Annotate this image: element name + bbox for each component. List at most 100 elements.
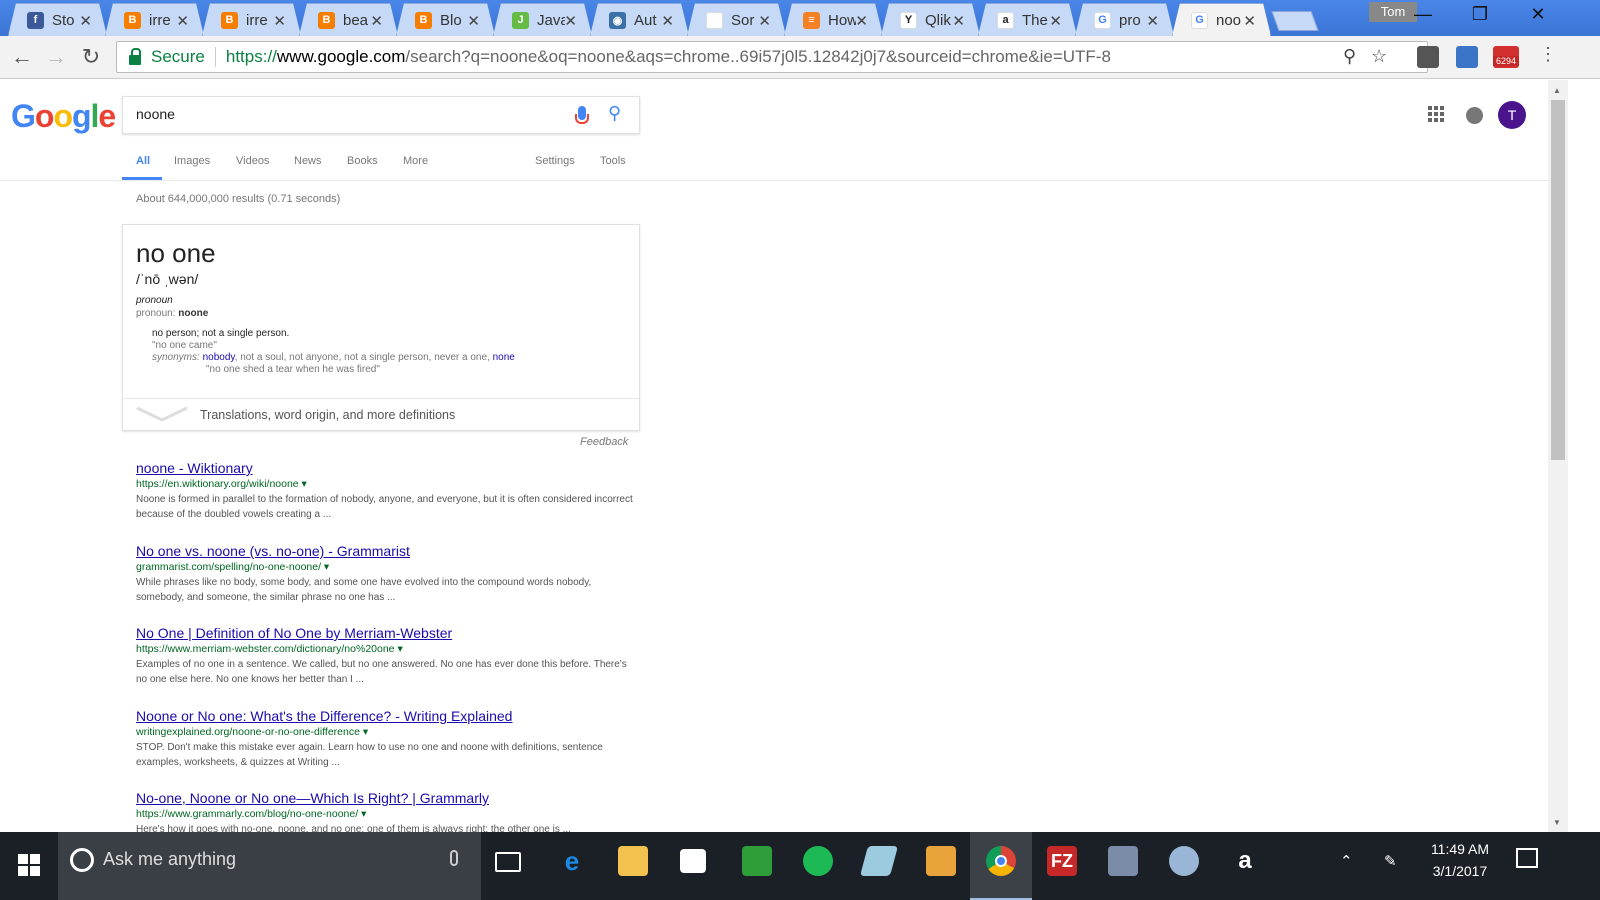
spotify-icon[interactable] <box>803 846 833 876</box>
result-title-link[interactable]: No One | Definition of No One by Merriam… <box>136 625 636 641</box>
browser-tab[interactable]: Gnoo ✕ <box>1172 3 1271 36</box>
search-input[interactable] <box>136 106 556 122</box>
address-bar[interactable]: Secure https://www.google.com/search?q=n… <box>116 41 1428 73</box>
tab-close-icon[interactable]: ✕ <box>370 12 383 30</box>
tab-news[interactable]: News <box>294 155 322 167</box>
tree-icon: Y <box>900 11 917 29</box>
search-result: Noone or No one: What's the Difference? … <box>136 708 636 770</box>
result-url[interactable]: https://www.merriam-webster.com/dictiona… <box>136 643 636 655</box>
pen-ink-icon[interactable]: ✎ <box>1384 852 1397 870</box>
synonym-link-none[interactable]: none <box>493 352 515 363</box>
result-url[interactable]: writingexplained.org/noone-or-no-one-dif… <box>136 726 636 738</box>
tab-close-icon[interactable]: ✕ <box>1049 12 1062 30</box>
browser-tab[interactable]: B Blo ✕ <box>396 3 495 36</box>
browser-tab[interactable]: ≡ How ✕ <box>784 3 883 36</box>
avatar[interactable]: T <box>1498 101 1526 129</box>
tools-app-icon[interactable] <box>1108 846 1138 876</box>
tab-settings[interactable]: Settings <box>535 155 575 167</box>
tab-tools[interactable]: Tools <box>600 155 626 167</box>
tab-title: The <box>1022 11 1048 29</box>
task-view-icon[interactable] <box>495 852 521 872</box>
extension-bulb-icon[interactable] <box>1417 46 1439 68</box>
amazon-icon[interactable]: a <box>1230 846 1260 876</box>
chrome-icon[interactable] <box>986 846 1016 876</box>
cortana-search[interactable]: Ask me anything <box>58 832 481 900</box>
file-explorer-icon[interactable] <box>618 846 648 876</box>
tab-close-icon[interactable]: ✕ <box>79 12 92 30</box>
tab-close-icon[interactable]: ✕ <box>758 12 771 30</box>
search-icon[interactable]: ⚲ <box>608 103 621 124</box>
result-url[interactable]: https://en.wiktionary.org/wiki/noone <box>136 478 636 490</box>
windows-start-icon[interactable] <box>18 854 40 876</box>
tab-close-icon[interactable]: ✕ <box>467 12 480 30</box>
tab-close-icon[interactable]: ✕ <box>661 12 674 30</box>
browser-tab[interactable]: Birre ✕ <box>105 3 204 36</box>
synonyms-label: synonyms: <box>152 352 200 363</box>
green-app-icon[interactable] <box>742 846 772 876</box>
scroll-down-icon[interactable]: ▼ <box>1553 818 1561 827</box>
notes-icon[interactable] <box>926 846 956 876</box>
tab-books[interactable]: Books <box>347 155 378 167</box>
dict-example: "no one came" <box>152 340 217 351</box>
zoom-icon[interactable]: ⚲ <box>1343 46 1356 67</box>
tab-close-icon[interactable]: ✕ <box>564 12 577 30</box>
reload-icon[interactable]: ↻ <box>77 44 105 70</box>
filezilla-icon[interactable]: FZ <box>1047 846 1077 876</box>
browser-tab[interactable]: a The ✕ <box>978 3 1077 36</box>
extension-account-icon[interactable] <box>1456 46 1478 68</box>
tab-close-icon[interactable]: ✕ <box>952 12 965 30</box>
tab-close-icon[interactable]: ✕ <box>176 12 189 30</box>
tab-close-icon[interactable]: ✕ <box>273 12 286 30</box>
menu-kebab-icon[interactable]: ⋮ <box>1534 44 1562 65</box>
browser-tab[interactable]: f Sto ✕ <box>8 3 107 36</box>
tab-all[interactable]: All <box>136 155 150 167</box>
minimize-icon[interactable]: — <box>1400 4 1446 25</box>
dict-definition: no person; not a single person. <box>152 328 290 339</box>
new-tab-button[interactable] <box>1271 11 1319 31</box>
scroll-up-icon[interactable]: ▲ <box>1553 86 1561 95</box>
result-title-link[interactable]: Noone or No one: What's the Difference? … <box>136 708 636 724</box>
result-url[interactable]: https://www.grammarly.com/blog/no-one-no… <box>136 808 636 820</box>
tab-more[interactable]: More <box>403 155 428 167</box>
forward-icon[interactable]: → <box>42 44 70 70</box>
back-icon[interactable]: ← <box>8 44 36 70</box>
store-icon[interactable] <box>680 849 706 873</box>
apps-grid-icon[interactable] <box>1428 106 1444 122</box>
notepad-icon[interactable] <box>859 846 899 876</box>
browser-tab[interactable]: Birre ✕ <box>202 3 301 36</box>
paint-icon[interactable] <box>1169 846 1199 876</box>
address-url[interactable]: https://www.google.com/search?q=noone&oq… <box>226 47 1111 67</box>
edge-icon[interactable]: e <box>557 846 587 876</box>
tray-chevron-up-icon[interactable]: ⌃ <box>1340 852 1353 870</box>
page-scrollbar[interactable]: ▲ ▼ <box>1548 80 1568 832</box>
tab-close-icon[interactable]: ✕ <box>1146 12 1159 30</box>
browser-tab[interactable]: Sor ✕ <box>687 3 786 36</box>
synonym-link-nobody[interactable]: nobody <box>203 352 235 363</box>
system-clock[interactable]: 11:49 AM 3/1/2017 <box>1420 838 1500 882</box>
bookmark-star-icon[interactable]: ☆ <box>1371 46 1387 67</box>
browser-tab[interactable]: ◉ Aut ✕ <box>590 3 689 36</box>
feedback-link[interactable]: Feedback <box>580 436 628 448</box>
result-title-link[interactable]: noone - Wiktionary <box>136 460 636 476</box>
close-window-icon[interactable]: ✕ <box>1515 4 1561 25</box>
scrollbar-thumb[interactable] <box>1551 100 1565 460</box>
result-title-link[interactable]: No-one, Noone or No one—Which Is Right? … <box>136 790 636 806</box>
google-logo[interactable]: Google <box>11 98 116 135</box>
action-center-icon[interactable] <box>1516 848 1538 868</box>
tab-close-icon[interactable]: ✕ <box>855 12 868 30</box>
tab-close-icon[interactable]: ✕ <box>1243 12 1256 30</box>
cortana-mic-icon[interactable] <box>450 850 458 866</box>
browser-tab[interactable]: J Java ✕ <box>493 3 592 36</box>
voice-search-icon[interactable] <box>575 106 589 124</box>
browser-tab[interactable]: Gpro ✕ <box>1075 3 1174 36</box>
dict-more-definitions[interactable]: Translations, word origin, and more defi… <box>123 398 639 431</box>
browser-tab[interactable]: Y Qlik ✕ <box>881 3 980 36</box>
browser-tab[interactable]: Bbea ✕ <box>299 3 398 36</box>
tab-videos[interactable]: Videos <box>236 155 269 167</box>
result-title-link[interactable]: No one vs. noone (vs. no-one) - Grammari… <box>136 543 636 559</box>
tab-images[interactable]: Images <box>174 155 210 167</box>
result-url[interactable]: grammarist.com/spelling/no-one-noone/ <box>136 561 636 573</box>
notifications-icon[interactable] <box>1466 107 1483 124</box>
gmail-checker-icon[interactable]: 6294 <box>1493 46 1519 68</box>
restore-icon[interactable]: ❐ <box>1457 4 1503 25</box>
